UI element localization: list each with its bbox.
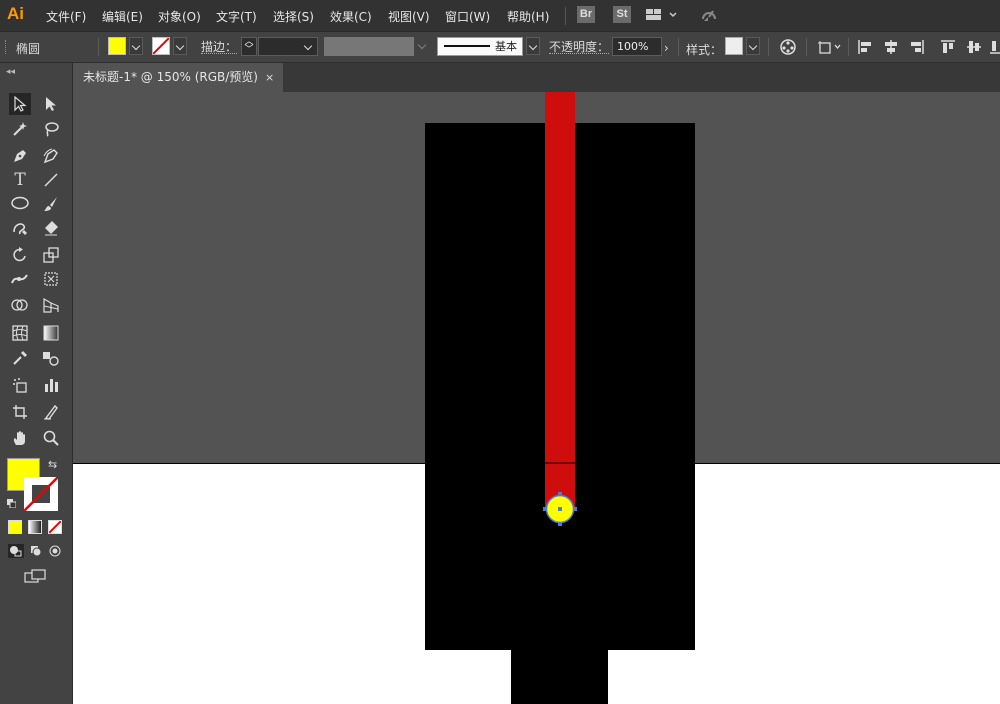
brush-stroke-preview xyxy=(444,45,490,47)
ellipse-anchor-left[interactable] xyxy=(543,507,547,511)
document-tab-bar: 未标题-1* @ 150% (RGB/预览) × xyxy=(73,63,1000,92)
selection-tool-icon[interactable] xyxy=(9,93,31,115)
scale-tool-icon[interactable] xyxy=(40,244,62,266)
line-segment-tool-icon[interactable] xyxy=(40,169,62,191)
type-tool-icon[interactable]: T xyxy=(9,169,31,191)
lasso-tool-icon[interactable] xyxy=(40,118,62,140)
menu-type[interactable]: 文字(T) xyxy=(216,8,257,25)
direct-selection-tool-icon[interactable] xyxy=(40,93,62,115)
opacity-input[interactable]: 100% xyxy=(612,37,662,56)
gpu-performance-icon[interactable] xyxy=(700,6,718,27)
zoom-tool-icon[interactable] xyxy=(40,427,62,449)
align-vertical-center-icon[interactable] xyxy=(966,39,982,58)
tools-panel: ◂◂ T ⇆ xyxy=(0,63,73,704)
canvas[interactable] xyxy=(73,92,1000,704)
mesh-tool-icon[interactable] xyxy=(9,322,31,344)
stroke-color-box[interactable] xyxy=(24,477,58,511)
eyedropper-tool-icon[interactable] xyxy=(9,347,31,369)
brush-dropdown[interactable] xyxy=(526,37,540,55)
draw-behind-icon[interactable] xyxy=(28,544,44,558)
draw-inside-icon[interactable] xyxy=(48,544,64,558)
hand-tool-icon[interactable] xyxy=(9,427,31,449)
fill-color-swatch[interactable] xyxy=(108,37,126,55)
opacity-label[interactable]: 不透明度： xyxy=(549,41,610,54)
none-mode-button[interactable] xyxy=(48,520,62,534)
opacity-expand-icon[interactable]: › xyxy=(664,41,669,55)
align-left-icon[interactable] xyxy=(857,39,873,58)
document-tab-title: 未标题-1* @ 150% (RGB/预览) xyxy=(83,70,258,84)
stroke-weight-stepper[interactable]: ︿ ﹀ xyxy=(241,37,257,56)
stroke-weight-label[interactable]: 描边： xyxy=(201,41,238,54)
graphic-style-dropdown[interactable] xyxy=(746,37,760,55)
variable-width-profile[interactable] xyxy=(324,37,414,56)
draw-normal-icon[interactable] xyxy=(8,544,24,558)
document-tab[interactable]: 未标题-1* @ 150% (RGB/预览) × xyxy=(73,63,283,92)
eraser-tool-icon[interactable] xyxy=(40,217,62,239)
menu-select[interactable]: 选择(S) xyxy=(273,8,314,25)
transform-icon[interactable] xyxy=(817,39,843,58)
stroke-dropdown[interactable] xyxy=(173,37,187,55)
menu-help[interactable]: 帮助(H) xyxy=(507,8,549,25)
color-mode-button[interactable] xyxy=(8,520,22,534)
recolor-artwork-icon[interactable] xyxy=(779,38,797,59)
control-bar-grip[interactable] xyxy=(5,40,8,54)
swap-fill-stroke-icon[interactable]: ⇆ xyxy=(48,458,57,471)
paintbrush-tool-icon[interactable] xyxy=(40,193,62,215)
ellipse-tool-icon[interactable] xyxy=(9,193,31,215)
align-top-icon[interactable] xyxy=(940,39,956,58)
ellipse-center-point[interactable] xyxy=(558,507,562,511)
shape-builder-tool-icon[interactable] xyxy=(9,294,31,316)
stroke-color-swatch[interactable] xyxy=(152,37,170,55)
slice-tool-icon[interactable] xyxy=(40,401,62,423)
close-tab-icon[interactable]: × xyxy=(265,63,274,92)
fill-dropdown[interactable] xyxy=(129,37,143,55)
artwork-layer xyxy=(425,92,695,704)
blend-tool-icon[interactable] xyxy=(40,347,62,369)
align-horizontal-center-icon[interactable] xyxy=(883,39,899,58)
ellipse-anchor-right[interactable] xyxy=(573,507,577,511)
black-rectangle-base[interactable] xyxy=(511,648,608,704)
menu-object[interactable]: 对象(O) xyxy=(158,8,201,25)
graphic-style-swatch[interactable] xyxy=(725,37,743,55)
brush-profile-label: 基本 xyxy=(495,40,517,53)
app-logo: Ai xyxy=(7,4,24,23)
workspace-layout-icon[interactable] xyxy=(646,8,680,25)
column-graph-tool-icon[interactable] xyxy=(40,374,62,396)
selection-type-label: 椭圆 xyxy=(16,42,41,56)
red-rectangle[interactable] xyxy=(545,92,575,507)
align-bottom-icon[interactable] xyxy=(990,39,1000,58)
stock-button[interactable]: St xyxy=(613,6,631,23)
change-screen-mode-icon[interactable] xyxy=(24,569,48,586)
menu-effect[interactable]: 效果(C) xyxy=(330,8,372,25)
stroke-weight-dropdown[interactable] xyxy=(302,38,316,55)
rotate-tool-icon[interactable] xyxy=(9,244,31,266)
menu-view[interactable]: 视图(V) xyxy=(388,8,430,25)
gradient-mode-button[interactable] xyxy=(28,520,42,534)
ellipse-anchor-bottom[interactable] xyxy=(558,522,562,526)
free-transform-tool-icon[interactable] xyxy=(40,268,62,290)
default-fill-stroke-icon[interactable] xyxy=(7,497,17,509)
menu-edit[interactable]: 编辑(E) xyxy=(102,8,143,25)
symbol-sprayer-tool-icon[interactable] xyxy=(9,374,31,396)
bridge-button[interactable]: Br xyxy=(577,6,595,23)
menu-bar: Ai 文件(F) 编辑(E) 对象(O) 文字(T) 选择(S) 效果(C) 视… xyxy=(0,0,1000,32)
brush-definition-field[interactable]: 基本 xyxy=(437,37,523,56)
width-tool-icon[interactable] xyxy=(9,268,31,290)
menu-window[interactable]: 窗口(W) xyxy=(445,8,490,25)
menu-file[interactable]: 文件(F) xyxy=(46,8,86,25)
ellipse-anchor-top[interactable] xyxy=(558,492,562,496)
perspective-grid-tool-icon[interactable] xyxy=(40,294,62,316)
magic-wand-tool-icon[interactable] xyxy=(9,118,31,140)
artboard-tool-icon[interactable] xyxy=(9,401,31,423)
collapse-panel-icon[interactable]: ◂◂ xyxy=(6,67,15,77)
control-bar: 椭圆 描边： ︿ ﹀ 基本 不透明度： 100% › 样式： xyxy=(0,32,1000,63)
pen-tool-icon[interactable] xyxy=(9,145,31,167)
curvature-tool-icon[interactable] xyxy=(40,145,62,167)
align-right-icon[interactable] xyxy=(909,39,925,58)
style-label: 样式： xyxy=(686,43,723,57)
variable-width-dropdown[interactable] xyxy=(416,37,430,55)
shaper-tool-icon[interactable] xyxy=(9,217,31,239)
gradient-tool-icon[interactable] xyxy=(40,322,62,344)
